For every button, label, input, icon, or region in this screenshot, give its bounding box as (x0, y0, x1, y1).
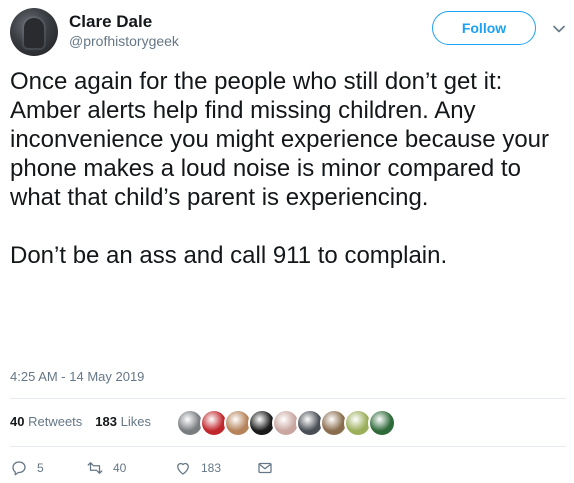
reply-count: 5 (37, 461, 44, 475)
divider (10, 398, 566, 399)
likes-count: 183 (95, 414, 117, 429)
like-button[interactable]: 183 (174, 459, 221, 477)
author-name[interactable]: Clare Dale (69, 12, 152, 32)
tweet-actions: 5 40 183 (10, 459, 310, 479)
avatar-9-icon[interactable] (368, 409, 396, 437)
likes-label: Likes (120, 414, 151, 429)
heart-icon (177, 462, 189, 475)
tweet-timestamp[interactable]: 4:25 AM - 14 May 2019 (10, 369, 144, 384)
direct-message-button[interactable] (256, 459, 283, 477)
likes-stat[interactable]: 183 Likes (95, 414, 151, 429)
chevron-down-icon[interactable] (552, 22, 566, 36)
tweet-stats: 40 Retweets 183 Likes (10, 414, 164, 429)
reply-icon (12, 461, 26, 476)
tweet-header: Clare Dale @profhistorygeek Follow (10, 6, 566, 56)
follow-button[interactable]: Follow (432, 11, 536, 45)
tweet-text: Once again for the people who still don’… (10, 68, 550, 269)
liker-avatars (176, 409, 396, 437)
retweet-icon (87, 462, 103, 474)
retweets-count: 40 (10, 414, 25, 429)
retweet-button[interactable]: 40 (86, 459, 126, 477)
author-handle[interactable]: @profhistorygeek (69, 33, 179, 49)
reply-button[interactable]: 5 (10, 459, 44, 477)
retweets-stat[interactable]: 40 Retweets (10, 414, 82, 429)
author-avatar[interactable] (10, 8, 58, 56)
envelope-icon (258, 462, 272, 474)
like-count: 183 (201, 461, 222, 475)
divider (10, 446, 566, 447)
retweets-label: Retweets (28, 414, 83, 429)
retweet-count: 40 (113, 461, 127, 475)
